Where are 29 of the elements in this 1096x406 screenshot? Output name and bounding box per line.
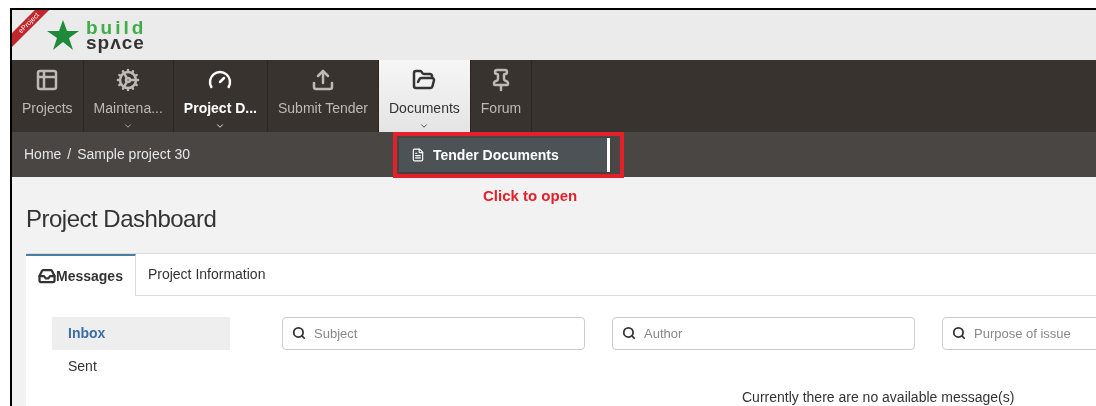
- folder-item[interactable]: Inbox: [52, 317, 230, 350]
- search-icon: [292, 326, 306, 340]
- folder-item[interactable]: Sent: [52, 350, 230, 383]
- folder-icon: [412, 68, 437, 92]
- caret-icon: [215, 121, 226, 131]
- inbox-icon: [38, 267, 56, 285]
- menu-item[interactable]: Tender Documents: [399, 138, 607, 172]
- breadcrumb-separator: /: [67, 145, 72, 164]
- breadcrumb-link[interactable]: Sample project 30: [77, 144, 191, 165]
- upload-icon: [311, 68, 335, 92]
- annotation: Click to open: [483, 186, 578, 206]
- tab[interactable]: Messages: [26, 254, 136, 296]
- logo-word: build: [86, 20, 147, 35]
- search-field[interactable]: Purpose of issue: [942, 317, 1096, 350]
- gear-icon: [116, 68, 141, 92]
- grid-icon: [35, 68, 60, 92]
- breadcrumb-link[interactable]: Home: [24, 144, 62, 165]
- page-title: Project Dashboard: [26, 204, 218, 234]
- nav-tab[interactable]: Forum: [470, 60, 533, 132]
- caret-icon: [123, 121, 134, 131]
- star-logo-icon: [46, 19, 80, 51]
- search-icon: [952, 326, 966, 340]
- nav-tab[interactable]: Documents: [379, 60, 471, 132]
- empty-message: Currently there are no available message(s): [742, 388, 1016, 406]
- search-field[interactable]: Subject: [282, 317, 585, 350]
- pdf-file-icon: [411, 148, 425, 162]
- search-field[interactable]: Author: [612, 317, 915, 350]
- search-icon: [622, 326, 636, 340]
- caret-icon: [419, 121, 430, 131]
